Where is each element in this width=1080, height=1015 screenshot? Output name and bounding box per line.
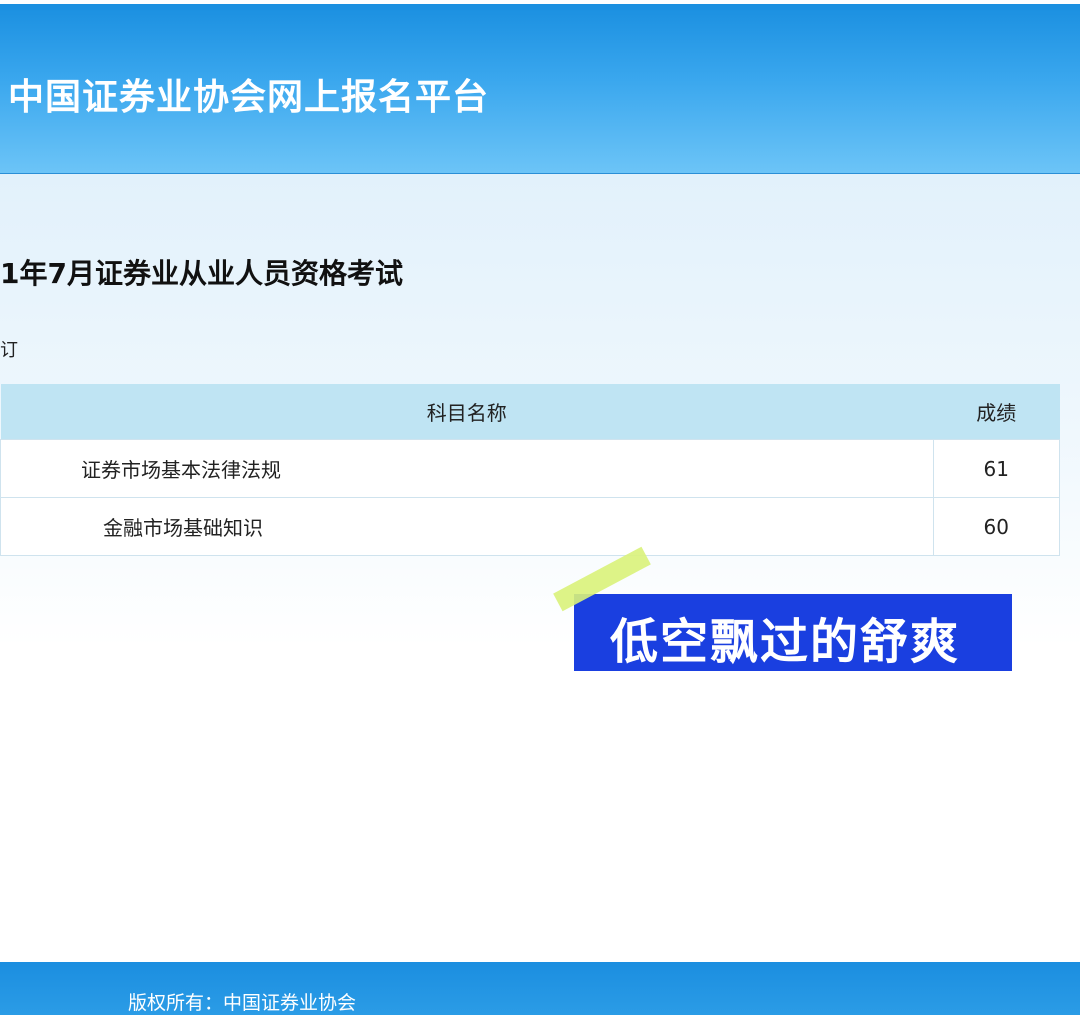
column-header-score: 成绩: [933, 384, 1060, 440]
score-cell: 60: [932, 497, 1061, 556]
column-header-subject: 科目名称: [0, 384, 934, 440]
scores-table: 科目名称 成绩 证券市场基本法律法规 61 金融市场基础知识 60: [0, 384, 1061, 556]
subject-cell: 证券市场基本法律法规: [0, 439, 934, 498]
caption-text: 低空飘过的舒爽: [610, 614, 961, 670]
site-footer: 版权所有：中国证券业协会: [0, 962, 1080, 1015]
table-header-row: 科目名称 成绩: [0, 384, 1060, 440]
subject-cell: 金融市场基础知识: [0, 497, 934, 556]
copyright-text: 版权所有：中国证券业协会: [128, 992, 357, 1014]
score-cell: 61: [932, 439, 1061, 498]
site-header: 中国证券业协会网上报名平台: [0, 4, 1080, 174]
main-content: 1年7月证券业从业人员资格考试 订 科目名称 成绩 证券市场基本法律法规 61 …: [0, 174, 1080, 962]
exam-title: 1年7月证券业从业人员资格考试: [0, 257, 403, 290]
site-title: 中国证券业协会网上报名平台: [8, 77, 490, 118]
table-row: 证券市场基本法律法规 61: [0, 439, 1061, 498]
sub-label: 订: [0, 340, 18, 361]
table-row: 金融市场基础知识 60: [0, 497, 1061, 556]
